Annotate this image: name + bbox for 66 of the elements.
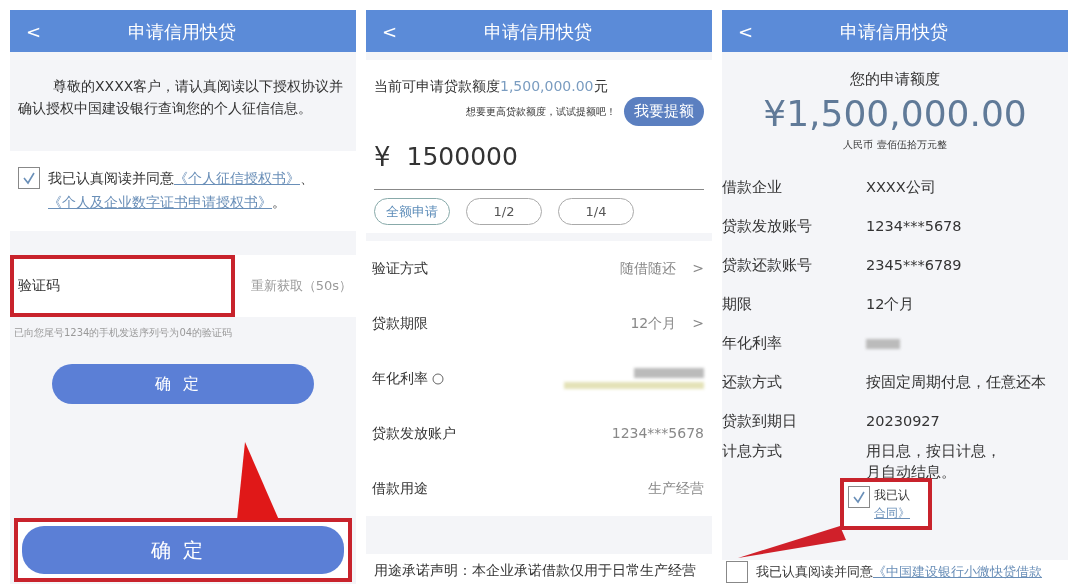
preset-chip[interactable]: 1/2 bbox=[466, 197, 542, 225]
confirm-button[interactable]: 确定 bbox=[52, 363, 314, 404]
row-label: 贷款期限 bbox=[372, 314, 428, 333]
intro-text: 尊敬的XXXX客户，请认真阅读以下授权协议并确认授权中国建设银行查询您的个人征信信息。 bbox=[17, 77, 345, 118]
agreement-link[interactable]: 《个人及企业数字证书申请授权书》 bbox=[48, 194, 272, 211]
amount-in-words: 人民币 壹佰伍拾万元整 bbox=[842, 138, 948, 153]
upsell-text: 想要更高贷款额度，试试提额吧！ bbox=[466, 104, 616, 119]
statement-text: 用途承诺声明：本企业承诺借款仅用于日常生产经营 bbox=[366, 553, 712, 584]
agreement-link[interactable]: 《个人征信授权书》 bbox=[174, 170, 300, 187]
screen-title: 申请信用快贷 bbox=[482, 19, 593, 44]
row-label: 借款企业 bbox=[722, 177, 783, 197]
row-value: 2345***6789 bbox=[866, 255, 962, 275]
checkbox[interactable] bbox=[726, 561, 748, 583]
confirm-button[interactable]: 确定 bbox=[22, 526, 344, 574]
back-button[interactable]: < bbox=[732, 17, 760, 45]
row-label: 借款用途 bbox=[372, 479, 428, 498]
row-value: 1234***5678 bbox=[611, 424, 704, 443]
row-label: 年化利率 bbox=[372, 369, 428, 388]
row-label: 贷款发放账户 bbox=[372, 424, 456, 443]
amount-total: ¥1,500,000.00 bbox=[762, 91, 1028, 136]
check-icon bbox=[852, 490, 866, 504]
row-value: 20230927 bbox=[866, 411, 940, 431]
row-value: 生产经营 bbox=[648, 479, 704, 498]
hint-text: 已向您尾号1234的手机发送序列号为04的验证码 bbox=[13, 325, 234, 340]
row-label: 年化利率 bbox=[722, 333, 783, 353]
screen-title: 申请信用快贷 bbox=[126, 19, 237, 44]
row-value: 用日息，按日计息， 月自动结息。 bbox=[865, 442, 1001, 482]
chevron-icon[interactable]: > bbox=[692, 258, 704, 279]
preset-chip[interactable]: 1/4 bbox=[558, 197, 634, 225]
redacted-value bbox=[634, 368, 704, 378]
info-icon[interactable] bbox=[432, 372, 444, 385]
amount-heading: 您的申请额度 bbox=[849, 69, 941, 90]
row-label: 还款方式 bbox=[722, 372, 783, 392]
row-label: 验证方式 bbox=[372, 259, 428, 278]
row-value: 12个月 bbox=[866, 294, 915, 314]
agreement-link[interactable]: 《中国建设银行小微快贷借款 bbox=[873, 564, 1042, 580]
raise-limit-button[interactable]: 我要提额 bbox=[624, 97, 704, 126]
back-button[interactable]: < bbox=[20, 17, 48, 45]
row-label: 贷款到期日 bbox=[722, 411, 798, 431]
back-button[interactable]: < bbox=[376, 17, 404, 45]
amount-value: 1500000 bbox=[406, 141, 518, 174]
chevron-icon[interactable]: > bbox=[692, 313, 704, 334]
callout-text: 我已认 合同》 bbox=[874, 487, 910, 522]
resend-button[interactable]: 重新获取（50s） bbox=[244, 275, 356, 297]
row-value: 随借随还 bbox=[620, 259, 677, 278]
row-label: 贷款发放账号 bbox=[722, 216, 813, 236]
screen-title: 申请信用快贷 bbox=[838, 19, 949, 44]
agreement-text: 我已认真阅读并同意《中国建设银行小微快贷借款 bbox=[756, 563, 1042, 582]
row-label: 计息方式 bbox=[722, 442, 783, 462]
quota-text: 当前可申请贷款额度1,500,000.00元 bbox=[374, 77, 609, 96]
field-label: 验证码 bbox=[18, 276, 60, 296]
redacted-value bbox=[866, 338, 900, 349]
row-label: 贷款还款账号 bbox=[722, 255, 813, 275]
preset-chip[interactable]: 全额申请 bbox=[374, 197, 450, 225]
row-value: 12个月 bbox=[630, 314, 677, 333]
code-input-field[interactable]: 验证码 bbox=[10, 254, 235, 317]
currency-symbol: ¥ bbox=[374, 140, 391, 174]
row-value: 按固定周期付息，任意还本 bbox=[866, 372, 1046, 392]
row-value: XXXX公司 bbox=[866, 177, 936, 197]
check-icon bbox=[22, 171, 36, 186]
checkbox[interactable] bbox=[848, 486, 870, 508]
row-value: 1234***5678 bbox=[866, 216, 962, 236]
checkbox[interactable] bbox=[18, 167, 40, 190]
agreement-link[interactable]: 合同》 bbox=[874, 506, 910, 520]
agreement-text: 我已认真阅读并同意《个人征信授权书》、 《个人及企业数字证书申请授权书》。 bbox=[48, 169, 315, 213]
row-label: 期限 bbox=[722, 294, 753, 314]
